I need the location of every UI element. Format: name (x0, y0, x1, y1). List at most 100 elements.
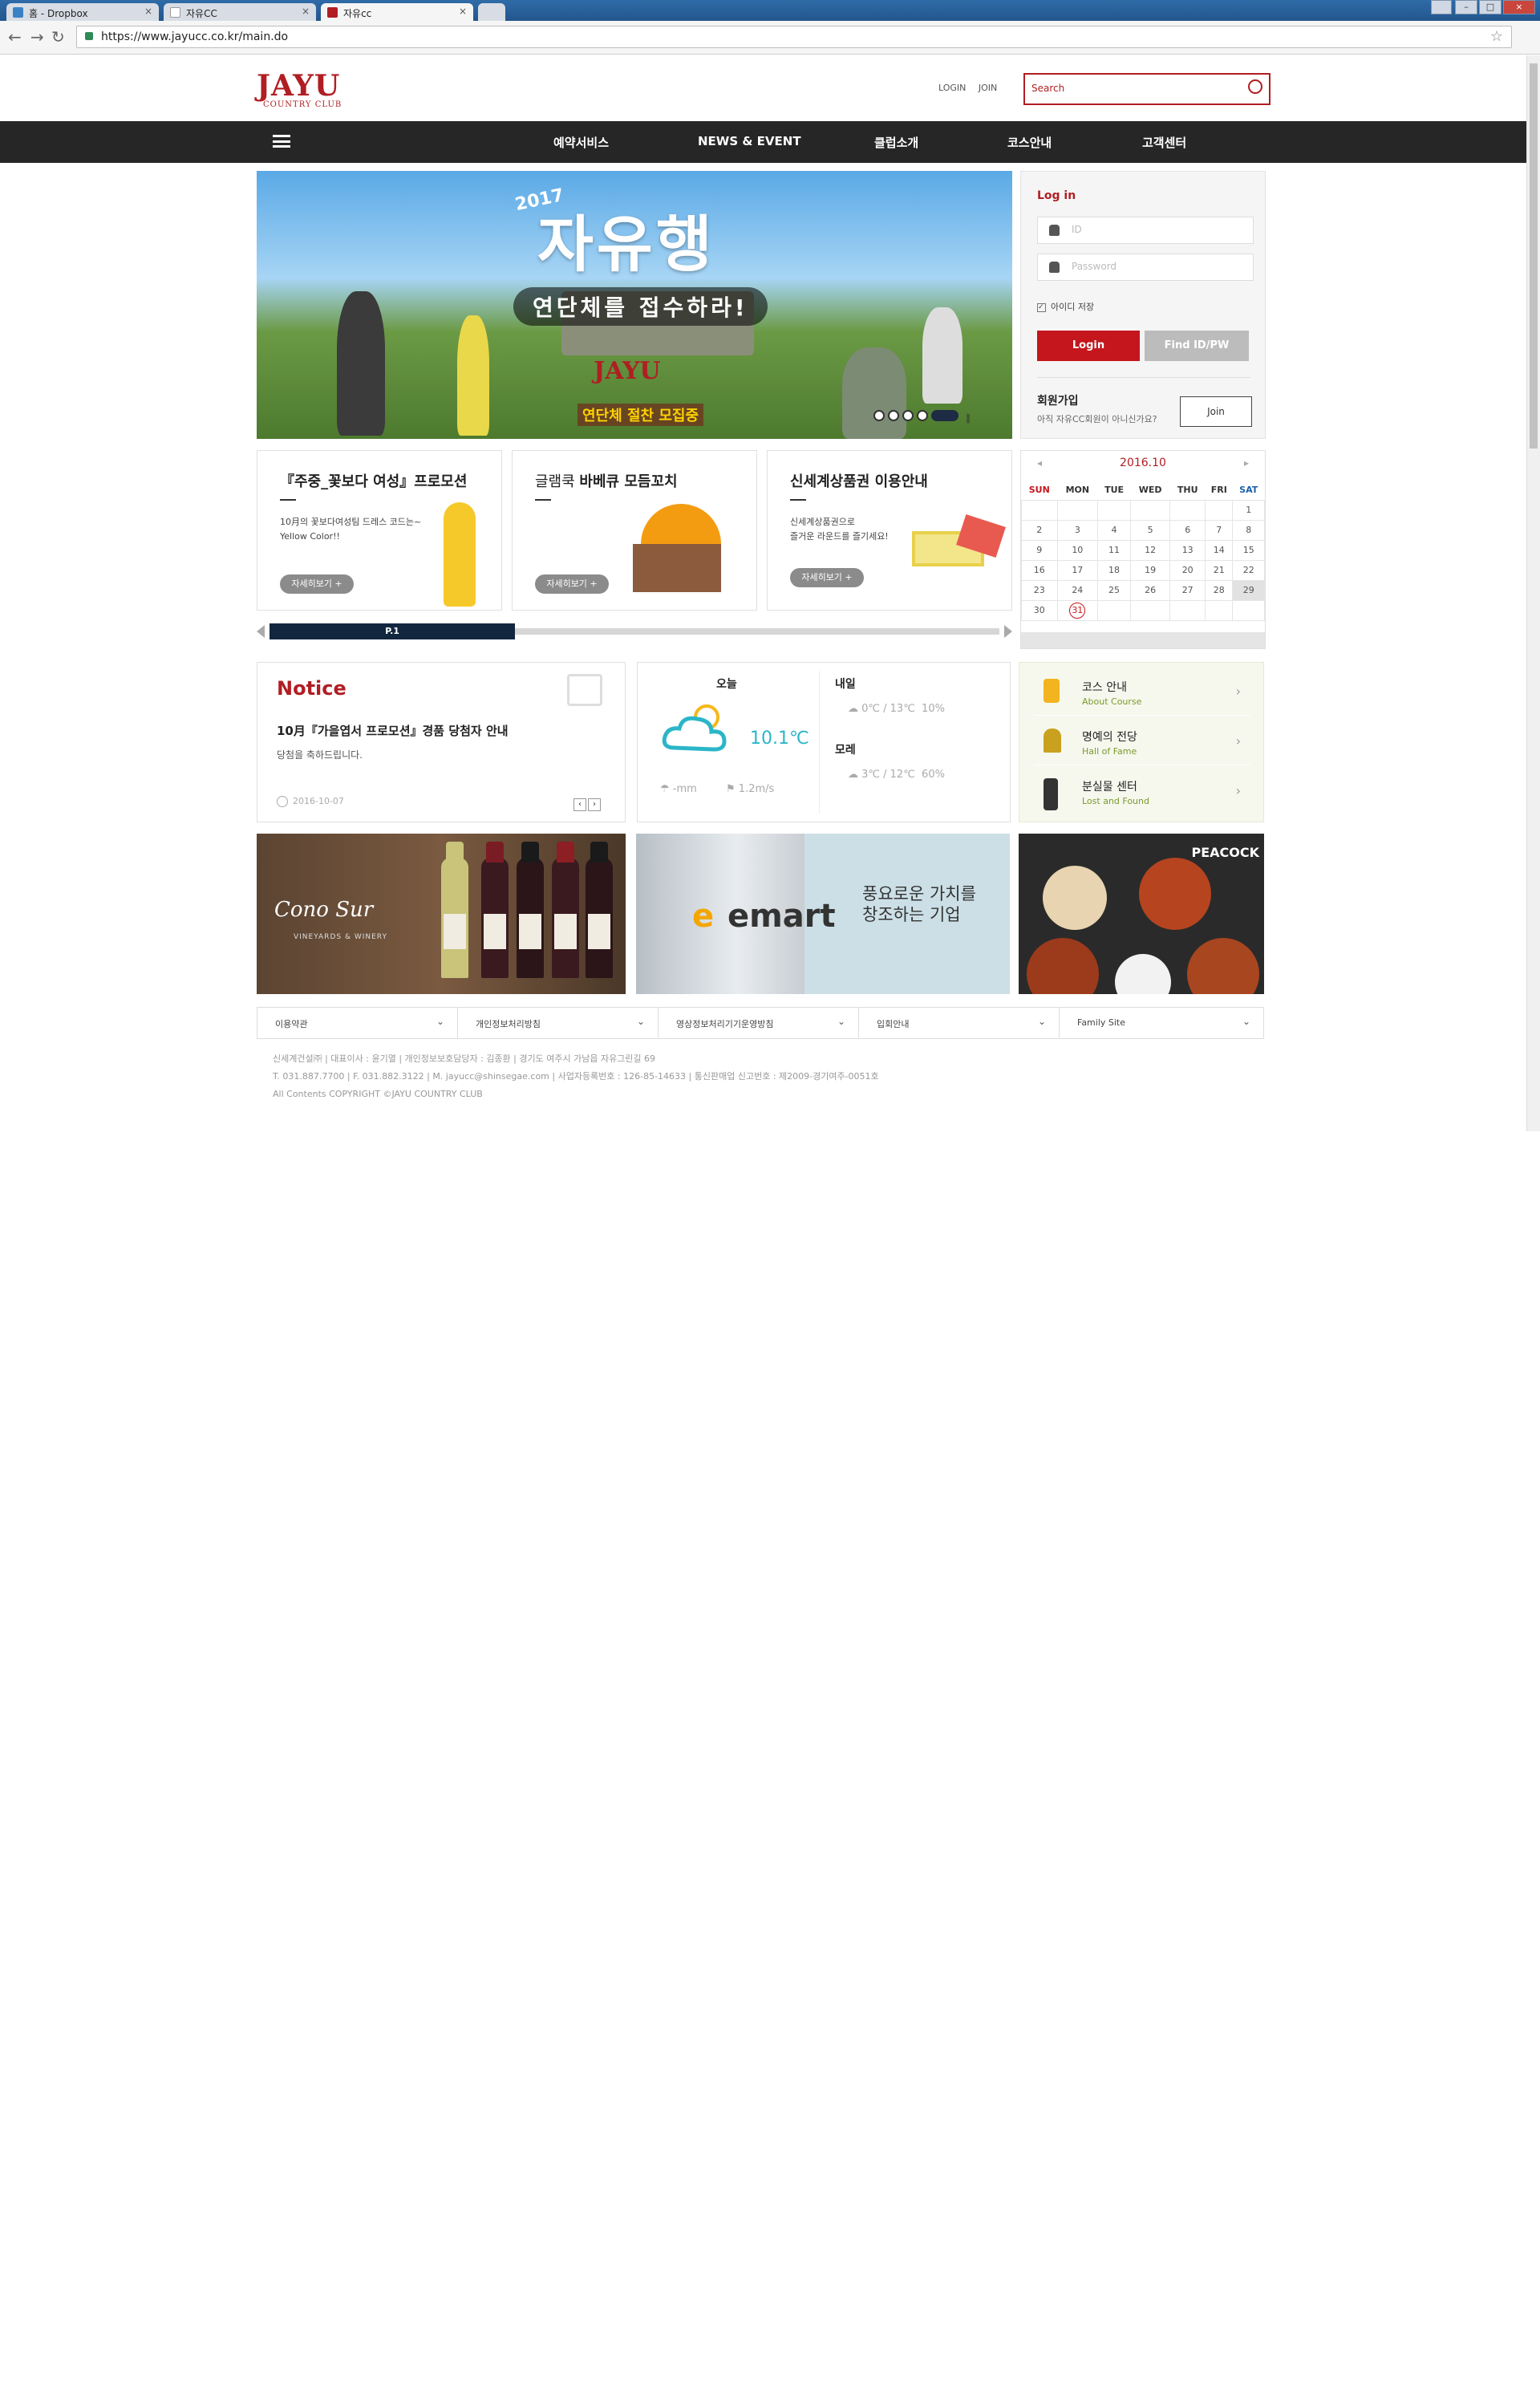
promo-slider-bar[interactable]: P.1 (257, 622, 1012, 641)
hero-banner[interactable]: 2017 자유행 연단체를 접수하라! JAYU 연단체 절찬 모집중 ∥ (257, 171, 1012, 439)
calendar-day[interactable]: 28 (1205, 579, 1234, 601)
nav-news-event[interactable]: NEWS & EVENT (698, 134, 801, 148)
password-input[interactable]: Password (1037, 254, 1254, 281)
hamburger-menu-icon[interactable] (273, 135, 290, 148)
search-icon[interactable] (1248, 79, 1262, 94)
calendar-day[interactable]: 26 (1130, 579, 1171, 601)
slider-prev-icon[interactable] (257, 625, 265, 638)
slide-dot[interactable] (916, 410, 928, 421)
calendar-day[interactable]: 14 (1205, 539, 1234, 561)
calendar-day[interactable]: 3 (1056, 519, 1099, 541)
user-icon[interactable] (1431, 0, 1452, 14)
calendar-today[interactable]: 31 (1069, 602, 1086, 619)
calendar-day[interactable]: 15 (1232, 539, 1265, 561)
quick-link-hall-of-fame[interactable]: 명예의 전당 Hall of Fame › (1034, 717, 1250, 765)
slide-dot-active[interactable] (930, 410, 958, 421)
calendar-day[interactable]: 6 (1169, 519, 1206, 541)
new-tab-button[interactable] (478, 3, 505, 21)
browser-tab-jayucc[interactable]: 자유CC × (164, 3, 316, 21)
calendar-day[interactable]: 25 (1097, 579, 1132, 601)
checkbox-icon[interactable]: ✓ (1037, 302, 1046, 312)
page-scrollbar[interactable] (1526, 55, 1540, 1131)
slide-dot[interactable] (902, 410, 914, 421)
id-input[interactable]: ID (1037, 217, 1254, 244)
more-button[interactable]: 자세히보기 + (790, 568, 864, 587)
calendar-day[interactable]: 21 (1205, 559, 1234, 581)
join-button[interactable]: Join (1180, 396, 1252, 427)
scrollbar-thumb[interactable] (1530, 63, 1538, 449)
notice-headline[interactable]: 10月『가을엽서 프로모션』경품 당첨자 안내 (277, 722, 509, 739)
address-bar[interactable]: https://www.jayucc.co.kr/main.do ☆ (76, 26, 1512, 48)
emart-banner[interactable]: e emart 풍요로운 가치를 창조하는 기업 (636, 834, 1010, 994)
quick-link-course[interactable]: 코스 안내 About Course › (1034, 668, 1250, 716)
calendar-day[interactable]: 13 (1169, 539, 1206, 561)
more-button[interactable]: 자세히보기 + (535, 574, 609, 594)
peacock-banner[interactable]: PEACOCK (1019, 834, 1264, 994)
calendar-day[interactable]: 24 (1056, 579, 1099, 601)
browser-tab-active[interactable]: 자유cc × (321, 3, 473, 21)
calendar-day[interactable]: 5 (1130, 519, 1171, 541)
calendar-day[interactable]: 8 (1232, 519, 1265, 541)
footer-select-terms[interactable]: 이용약관 ⌄ (257, 1008, 458, 1038)
calendar-day[interactable]: 27 (1169, 579, 1206, 601)
calendar-next-icon[interactable]: ▸ (1244, 451, 1249, 475)
footer-select-cctv[interactable]: 영상정보처리기기운영방침 ⌄ (659, 1008, 859, 1038)
calendar-day[interactable]: 12 (1130, 539, 1171, 561)
save-id-checkbox[interactable]: ✓ 아이디 저장 (1037, 300, 1094, 313)
calendar-day[interactable]: 29 (1232, 579, 1265, 601)
calendar-day[interactable]: 9 (1021, 539, 1058, 561)
slider-next-icon[interactable] (1004, 625, 1012, 638)
calendar-day[interactable]: 4 (1097, 519, 1132, 541)
slide-dot[interactable] (887, 410, 899, 421)
calendar-day[interactable]: 19 (1130, 559, 1171, 581)
minimize-icon[interactable]: – (1455, 0, 1477, 14)
quick-link-lost-found[interactable]: 분실물 센터 Lost and Found › (1034, 767, 1250, 815)
nav-course[interactable]: 코스안내 (1007, 134, 1052, 151)
footer-select-privacy[interactable]: 개인정보처리방침 ⌄ (458, 1008, 659, 1038)
promo-card[interactable]: 글램쿡 바베큐 모듬꼬치 자세히보기 + (512, 450, 757, 611)
slider-current-page[interactable]: P.1 (270, 623, 515, 639)
slide-dot[interactable] (873, 410, 885, 421)
calendar-day[interactable]: 20 (1169, 559, 1206, 581)
close-icon[interactable]: × (144, 6, 152, 17)
calendar-day[interactable]: 17 (1056, 559, 1099, 581)
wine-banner[interactable]: Cono Sur VINEYARDS & WINERY (257, 834, 626, 994)
calendar-day[interactable]: 1 (1232, 499, 1265, 521)
maximize-icon[interactable]: □ (1479, 0, 1502, 14)
calendar-day[interactable]: 30 (1021, 599, 1058, 621)
browser-tab-dropbox[interactable]: 홈 - Dropbox × (6, 3, 159, 21)
login-link[interactable]: LOGIN (938, 83, 966, 93)
close-icon[interactable]: × (302, 6, 310, 17)
calendar-day[interactable]: 7 (1205, 519, 1234, 541)
bookmark-star-icon[interactable]: ☆ (1490, 26, 1503, 47)
back-icon[interactable]: ← (8, 28, 22, 46)
close-icon[interactable]: × (459, 6, 467, 17)
calendar-day[interactable]: 16 (1021, 559, 1058, 581)
calendar-prev-icon[interactable]: ◂ (1037, 451, 1042, 475)
calendar-day[interactable]: 10 (1056, 539, 1099, 561)
promo-card[interactable]: 신세계상품권 이용안내 신세계상품권으로 즐거운 라운드를 즐기세요! 자세히보… (767, 450, 1012, 611)
calendar-day[interactable]: 2 (1021, 519, 1058, 541)
join-link[interactable]: JOIN (979, 83, 997, 93)
nav-reservation[interactable]: 예약서비스 (553, 134, 609, 151)
calendar-day[interactable]: 23 (1021, 579, 1058, 601)
more-button[interactable]: 자세히보기 + (280, 574, 354, 594)
footer-select-membership[interactable]: 입회안내 ⌄ (859, 1008, 1060, 1038)
window-close-icon[interactable]: × (1503, 0, 1535, 14)
login-button[interactable]: Login (1037, 331, 1140, 361)
pause-icon[interactable]: ∥ (966, 412, 972, 424)
search-input[interactable]: Search (1023, 73, 1270, 105)
calendar-day[interactable]: 22 (1232, 559, 1265, 581)
reload-icon[interactable]: ↻ (51, 28, 65, 46)
promo-card[interactable]: 『주중_꽃보다 여성』프로모션 10月의 꽃보다여성팀 드레스 코드는~ Yel… (257, 450, 502, 611)
calendar-day[interactable]: 11 (1097, 539, 1132, 561)
calendar-day[interactable]: 31 (1056, 599, 1099, 621)
notice-prev-icon[interactable]: ‹ (573, 798, 586, 811)
find-id-pw-button[interactable]: Find ID/PW (1145, 331, 1249, 361)
footer-select-family-site[interactable]: Family Site ⌄ (1060, 1008, 1263, 1038)
site-logo[interactable]: JAYU COUNTRY CLUB (257, 71, 342, 109)
notice-next-icon[interactable]: › (588, 798, 601, 811)
nav-club-intro[interactable]: 클럽소개 (874, 134, 918, 151)
forward-icon[interactable]: → (30, 28, 44, 46)
calendar-day[interactable]: 18 (1097, 559, 1132, 581)
